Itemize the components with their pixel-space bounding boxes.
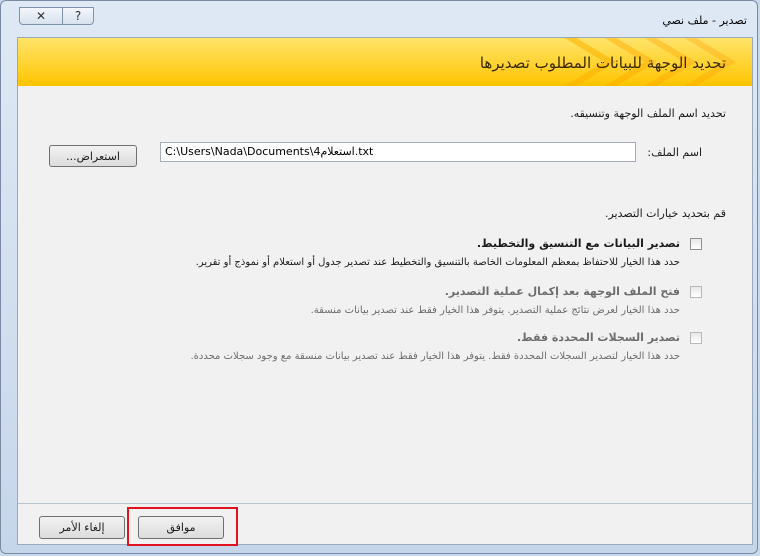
checkbox[interactable] — [690, 238, 702, 250]
browse-button[interactable]: استعراض... — [49, 145, 137, 167]
browse-button-label: استعراض... — [66, 149, 120, 163]
option-description: حدد هذا الخيار لعرض نتائج عملية التصدير.… — [310, 305, 680, 316]
window-title: تصدير - ملف نصي — [662, 14, 747, 27]
footer-divider — [18, 503, 752, 504]
option-title: فتح الملف الوجهة بعد إكمال عملية التصدير… — [444, 285, 680, 298]
export-options-label: قم بتحديد خيارات التصدير. — [604, 207, 726, 220]
cancel-button-label: إلغاء الأمر — [59, 521, 105, 534]
help-button[interactable]: ? — [62, 7, 94, 25]
file-name-input[interactable]: C:\Users\Nada\Documents\استعلام4.txt — [160, 142, 636, 162]
title-bar: ✕ ? تصدير - ملف نصي — [1, 1, 757, 35]
banner-title: تحديد الوجهة للبيانات المطلوب تصديرها — [479, 54, 726, 72]
export-dialog: ✕ ? تصدير - ملف نصي تحديد الوجهة للبيانا… — [0, 0, 758, 554]
cancel-button[interactable]: إلغاء الأمر — [39, 516, 125, 539]
help-icon: ? — [74, 9, 82, 23]
dialog-body: تحديد الوجهة للبيانات المطلوب تصديرها تح… — [17, 37, 753, 545]
header-banner: تحديد الوجهة للبيانات المطلوب تصديرها — [18, 38, 752, 86]
close-icon: ✕ — [35, 9, 47, 23]
instructions-text: تحديد اسم الملف الوجهة وتنسيقه. — [570, 107, 726, 120]
file-name-label: اسم الملف: — [647, 146, 702, 159]
checkbox[interactable] — [690, 332, 702, 344]
option-description: حدد هذا الخيار للاحتفاظ بمعظم المعلومات … — [195, 257, 680, 268]
option-title: تصدير البيانات مع التنسيق والتخطيط. — [476, 237, 680, 250]
ok-highlight-box — [127, 507, 238, 546]
option-description: حدد هذا الخيار لتصدير السجلات المحددة فق… — [190, 351, 680, 362]
checkbox[interactable] — [690, 286, 702, 298]
close-button[interactable]: ✕ — [19, 7, 63, 25]
option-title: تصدير السجلات المحددة فقط. — [517, 331, 680, 344]
